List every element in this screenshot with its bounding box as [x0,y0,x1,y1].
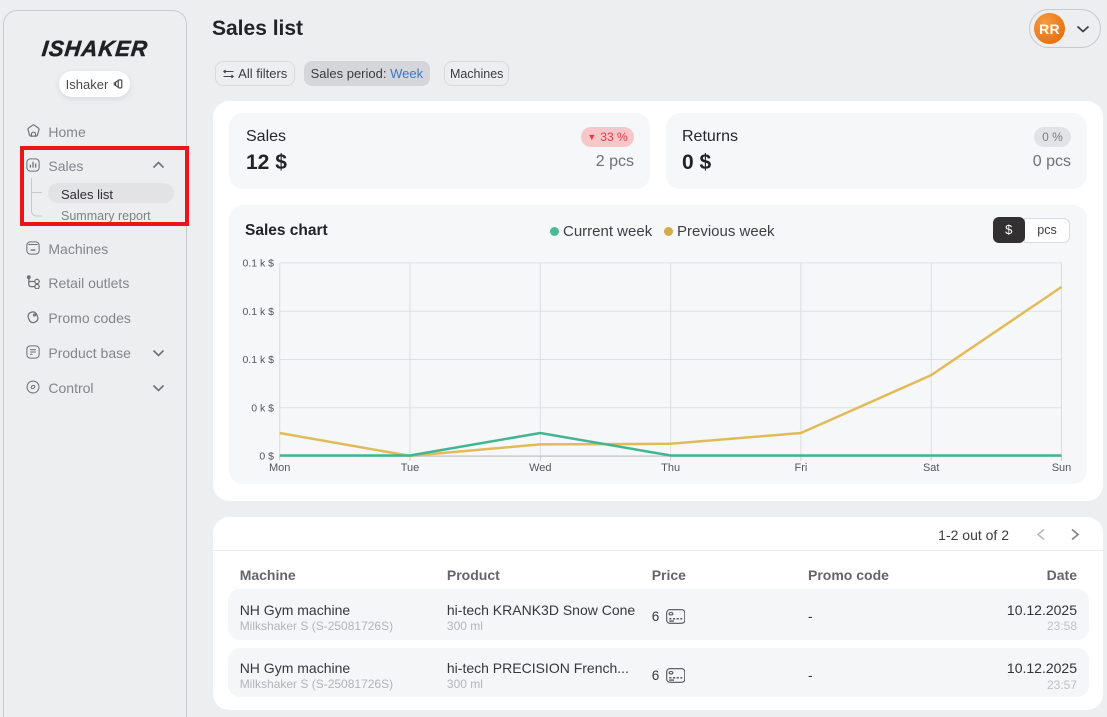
svg-text:Fri: Fri [794,462,807,474]
svg-text:Tue: Tue [401,462,420,474]
svg-text:Thu: Thu [661,462,680,474]
svg-text:Wed: Wed [529,462,551,474]
svg-text:0.1 k $: 0.1 k $ [242,306,274,318]
svg-text:0.1 k $: 0.1 k $ [242,257,274,269]
svg-text:0 k $: 0 k $ [251,402,274,414]
svg-text:0.1 k $: 0.1 k $ [242,354,274,366]
svg-text:0 $: 0 $ [259,451,274,463]
svg-text:Sun: Sun [1052,462,1072,474]
svg-text:Mon: Mon [269,462,290,474]
svg-text:Sat: Sat [923,462,940,474]
